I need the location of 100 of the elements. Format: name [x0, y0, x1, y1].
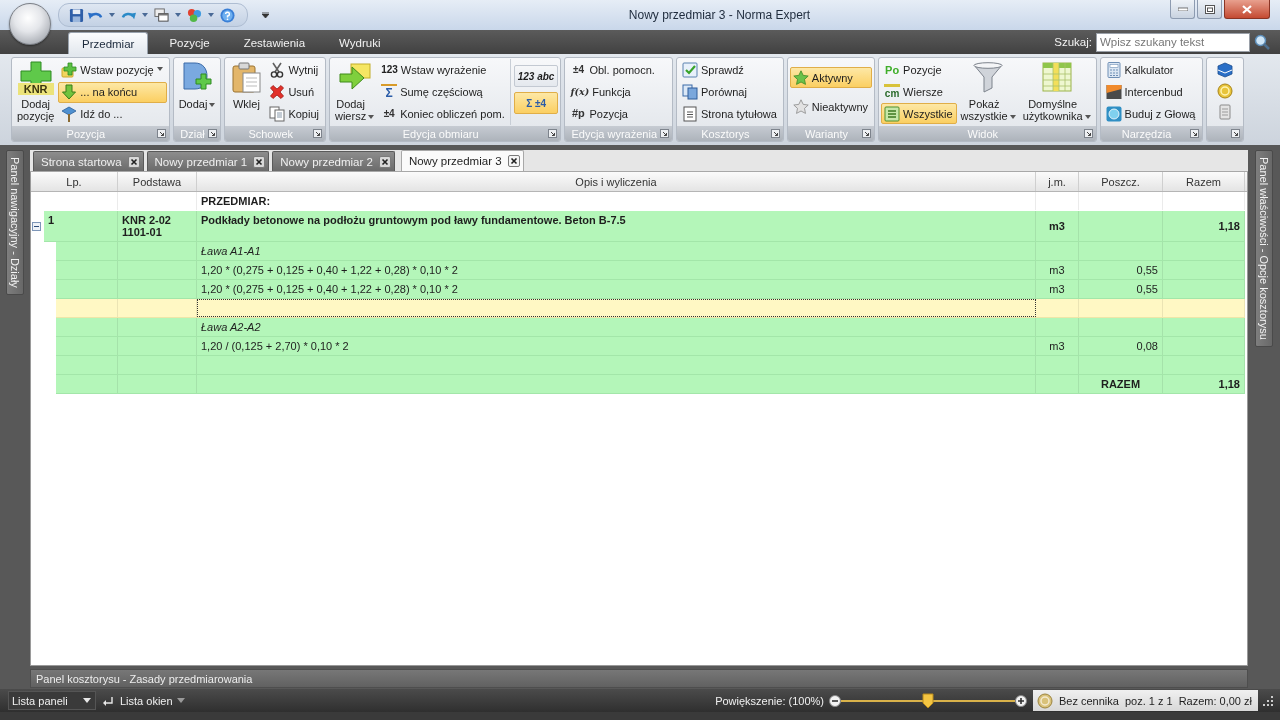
side-panel-tab[interactable]: Panel nawigacyjny - Działy [6, 150, 24, 295]
help-icon[interactable] [220, 7, 235, 23]
ribbon-tab[interactable]: Pozycje [156, 32, 223, 54]
column-header[interactable]: Lp. [31, 172, 118, 191]
ribbon-button[interactable]: cm Wiersze [881, 81, 957, 103]
table-row[interactable]: Ława A2-A2 [56, 318, 1245, 337]
maximize-button[interactable] [1197, 0, 1222, 19]
side-panel-tab[interactable]: Panel właściwości - Opcje kosztorysu [1255, 150, 1273, 347]
dialog-launcher-icon[interactable] [660, 129, 669, 138]
ribbon-button[interactable]: Nieaktywny [789, 96, 873, 117]
format-toggle-button[interactable]: 123 abc [513, 65, 559, 87]
close-button[interactable] [1224, 0, 1270, 19]
ribbon-tab[interactable]: Zestawienia [230, 32, 319, 54]
panel-list-dropdown[interactable]: Lista paneli [8, 691, 96, 710]
focused-cell[interactable] [197, 299, 1036, 317]
ribbon-button[interactable]: #p Pozycja [567, 103, 659, 125]
zoom-slider-thumb[interactable] [922, 692, 934, 709]
close-icon[interactable] [507, 155, 520, 167]
color-circles-icon[interactable] [187, 7, 202, 23]
table-row[interactable]: RAZEM 1,18 [56, 375, 1245, 394]
dialog-launcher-icon[interactable] [770, 129, 780, 138]
ribbon-button[interactable]: Wytnij [266, 59, 323, 81]
table-row[interactable]: Ława A1-A1 [56, 242, 1245, 261]
ribbon-button[interactable]: Kopiuj [266, 103, 323, 125]
column-header[interactable]: Podstawa [118, 172, 197, 191]
ribbon-button[interactable]: Σ Sumę częściową [378, 81, 509, 103]
ribbon-button[interactable]: Po Pozycje [881, 59, 957, 81]
ribbon-button[interactable]: Aktywny [789, 67, 873, 88]
table-row[interactable]: 1,20 / (0,125 + 2,70) * 0,10 * 2 m3 0,08 [56, 337, 1245, 356]
caret-icon[interactable] [208, 13, 214, 17]
ribbon-tab[interactable]: Przedmiar [68, 32, 149, 54]
dialog-launcher-icon[interactable] [1083, 129, 1093, 138]
customize-caret-icon[interactable] [262, 12, 269, 18]
table-cell: 1 [44, 211, 118, 241]
ribbon-button[interactable]: Sprawdź [679, 59, 781, 81]
caret-icon[interactable] [175, 13, 181, 17]
application-menu-button[interactable] [9, 3, 51, 45]
close-icon[interactable] [253, 155, 266, 168]
dialog-launcher-icon[interactable] [1230, 129, 1240, 138]
close-icon[interactable] [127, 155, 140, 168]
table-row[interactable]: 1,20 * (0,275 + 0,125 + 0,40 + 1,22 + 0,28) * 0,10 * 2 m3 0,55 [56, 280, 1245, 299]
ribbon-button[interactable]: Usuń [266, 81, 323, 103]
ribbon-button[interactable]: ±4 Koniec obliczeń pom. [378, 103, 509, 125]
resize-grip-icon[interactable] [1262, 694, 1274, 707]
dialog-launcher-icon[interactable] [1189, 129, 1199, 138]
column-header[interactable]: j.m. [1036, 172, 1079, 191]
dialog-launcher-icon[interactable] [313, 129, 322, 138]
table-row[interactable] [56, 299, 1245, 318]
signpost-icon [61, 105, 78, 122]
close-icon[interactable] [378, 155, 391, 168]
ribbon-button[interactable]: ±4 Obl. pomocn. [567, 59, 659, 81]
ribbon-button[interactable]: Wstaw pozycję [58, 59, 167, 81]
table-row[interactable]: 1 KNR 2-02 1101-01 Podkłady betonowe na podłożu gruntowym pod ławy fundamentowe. Beton B-7.5 m3 1,18 [44, 211, 1245, 242]
bottom-panel-tab[interactable]: Panel kosztorysu - Zasady przedmiarowania [30, 669, 1248, 688]
search-field[interactable]: Wpisz szukany tekst [1096, 32, 1250, 52]
table-cell: KNR 2-02 1101-01 [118, 211, 197, 241]
caret-icon[interactable] [109, 13, 115, 17]
ribbon-button[interactable]: KNR Dodaj pozycję [14, 59, 58, 124]
group-label: Kosztorys [700, 127, 751, 140]
search-icon[interactable] [1254, 34, 1270, 50]
ribbon-button[interactable]: Wszystkie [881, 103, 957, 125]
function-icon: f(x) [570, 84, 590, 100]
dialog-launcher-icon[interactable] [208, 129, 218, 138]
ribbon-button[interactable]: Idź do ... [58, 103, 167, 125]
ribbon-button[interactable]: Intercenbud [1102, 81, 1200, 103]
ribbon-button[interactable]: Porównaj [679, 81, 781, 103]
ribbon-tab[interactable]: Wydruki [326, 32, 394, 54]
table-row[interactable]: 1,20 * (0,275 + 0,125 + 0,40 + 1,22 + 0,28) * 0,10 * 2 m3 0,55 [56, 261, 1245, 280]
layers-icon[interactable] [1216, 62, 1233, 78]
collapse-icon[interactable] [32, 222, 41, 231]
document-tab[interactable]: Nowy przedmiar 3 [400, 150, 524, 171]
ribbon-button[interactable]: Strona tytułowa [679, 103, 781, 125]
ribbon-button[interactable]: Pokaż wszystkie [957, 59, 1019, 124]
ribbon-button[interactable]: ... na końcu [58, 81, 167, 103]
ribbon-button[interactable]: Buduj z Głową [1102, 103, 1200, 125]
column-header[interactable]: Opis i wyliczenia [197, 172, 1036, 191]
format-toggle-button[interactable]: Σ ±4 [513, 92, 559, 114]
ribbon-button[interactable]: Kalkulator [1102, 59, 1200, 81]
windows-icon[interactable] [154, 7, 169, 23]
return-arrow-icon[interactable] [102, 694, 114, 707]
dialog-launcher-icon[interactable] [548, 129, 558, 138]
window-list-dropdown[interactable]: Lista okien [120, 694, 185, 707]
zoom-in-icon[interactable] [1015, 694, 1027, 707]
ribbon-button[interactable]: 123 Wstaw wyrażenie [378, 59, 509, 81]
dialog-launcher-icon[interactable] [862, 129, 872, 138]
document-tab[interactable]: Nowy przedmiar 1 [146, 151, 270, 171]
ribbon-button[interactable]: Dodaj wiersz [332, 59, 378, 124]
document-tab[interactable]: Nowy przedmiar 2 [272, 151, 395, 171]
dialog-launcher-icon[interactable] [156, 129, 166, 138]
ribbon-button[interactable]: Dodaj [175, 59, 219, 112]
ribbon-button[interactable]: f(x) Funkcja [567, 81, 659, 103]
coin-icon[interactable] [1216, 83, 1233, 99]
save-icon[interactable] [69, 7, 84, 23]
caret-icon[interactable] [142, 13, 148, 17]
document-tab[interactable]: Strona startowa [33, 151, 144, 171]
ribbon-button[interactable]: Domyślne użytkownika [1019, 59, 1094, 124]
zoom-out-icon[interactable] [829, 694, 841, 707]
column-header[interactable]: Razem [1163, 172, 1245, 191]
column-header[interactable]: Poszcz. [1079, 172, 1163, 191]
ribbon-button[interactable]: Wklej [227, 59, 266, 112]
